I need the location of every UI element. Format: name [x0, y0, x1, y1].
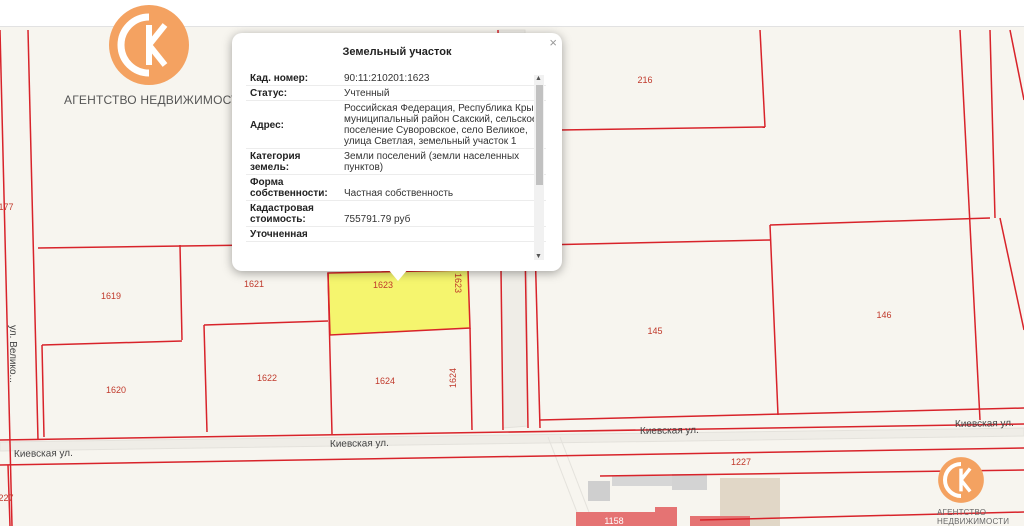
- popup-scrollbar[interactable]: ▲ ▼: [534, 75, 544, 260]
- popup-row-value: 755791.79 руб: [344, 214, 411, 225]
- parcel-label-1227: 1227: [731, 457, 751, 467]
- parcel-label-1624: 1624: [375, 376, 395, 386]
- street-label-vertical: ул. Велико...: [7, 325, 18, 383]
- scroll-down-icon[interactable]: ▼: [535, 253, 542, 260]
- agency-logo: [109, 5, 189, 85]
- street-label-kievskaya-1: Киевская ул.: [14, 448, 73, 460]
- street-label-kievskaya-3: Киевская ул.: [640, 425, 699, 437]
- parcel-label-1624-vertical: 1624: [448, 368, 458, 388]
- parcel-label-227: 227: [0, 493, 14, 503]
- parcel-label-1623: 1623: [373, 280, 393, 290]
- popup-row-value: Российская Федерация, Республика Крым, м…: [344, 103, 544, 147]
- parcel-label-1623-vertical: 1623: [453, 273, 463, 293]
- popup-row-value: [340, 227, 544, 241]
- scroll-up-icon[interactable]: ▲: [535, 75, 542, 82]
- popup-row-cadastral-value: Кадастровая стоимость: 755791.79 руб: [246, 201, 546, 227]
- parcel-label-146: 146: [876, 310, 891, 320]
- parcel-info-popup: Земельный участок × Кад. номер: 90:11:21…: [232, 33, 562, 271]
- popup-row-status: Статус: Учтенный: [246, 86, 546, 101]
- popup-row-land-category: Категория земель: Земли поселений (земли…: [246, 149, 546, 175]
- popup-pointer: [388, 269, 408, 281]
- scrollbar-thumb[interactable]: [536, 85, 543, 185]
- popup-row-address: Адрес: Российская Федерация, Республика …: [246, 101, 546, 149]
- popup-row-label: Адрес:: [250, 119, 284, 131]
- parcel-label-1621: 1621: [244, 279, 264, 289]
- street-label-kievskaya-2: Киевская ул.: [330, 438, 389, 450]
- popup-row-value: 90:11:210201:1623: [344, 73, 430, 84]
- parcel-label-216: 216: [637, 75, 652, 85]
- street-label-kievskaya-4: Киевская ул.: [955, 418, 1014, 430]
- popup-row-label: Уточненная: [250, 229, 308, 240]
- popup-row-value: Учтенный: [344, 88, 390, 99]
- parcel-label-177: 177: [0, 202, 14, 212]
- popup-row-value: Земли поселений (земли населенных пункто…: [344, 151, 520, 173]
- agency-logo-small: [938, 457, 984, 503]
- popup-row-label: Кад. номер:: [250, 73, 309, 84]
- parcel-label-1620: 1620: [106, 385, 126, 395]
- popup-table: Кад. номер: 90:11:210201:1623 Статус: Уч…: [246, 71, 546, 260]
- popup-row-ownership: Форма собственности: Частная собственнос…: [246, 175, 546, 201]
- parcel-label-145: 145: [647, 326, 662, 336]
- popup-row-label: Категория земель:: [250, 151, 301, 173]
- close-icon[interactable]: ×: [549, 35, 557, 50]
- parcel-label-1158: 1158: [604, 516, 623, 526]
- agency-name: АГЕНТСТВО НЕДВИЖИМОСТИ: [64, 93, 248, 107]
- popup-row-label: Форма собственности:: [250, 177, 328, 199]
- popup-row-label: Статус:: [250, 88, 288, 99]
- popup-row-label: Кадастровая стоимость:: [250, 203, 314, 225]
- parcel-label-1622: 1622: [257, 373, 277, 383]
- parcel-label-1619: 1619: [101, 291, 121, 301]
- popup-title: Земельный участок: [342, 46, 452, 58]
- popup-row-clarified: Уточненная: [246, 227, 546, 242]
- agency-name-small: АГЕНТСТВО НЕДВИЖИМОСТИ: [937, 508, 1010, 526]
- popup-row-value: Частная собственность: [344, 188, 454, 199]
- popup-row-cadastral-number: Кад. номер: 90:11:210201:1623: [246, 71, 546, 86]
